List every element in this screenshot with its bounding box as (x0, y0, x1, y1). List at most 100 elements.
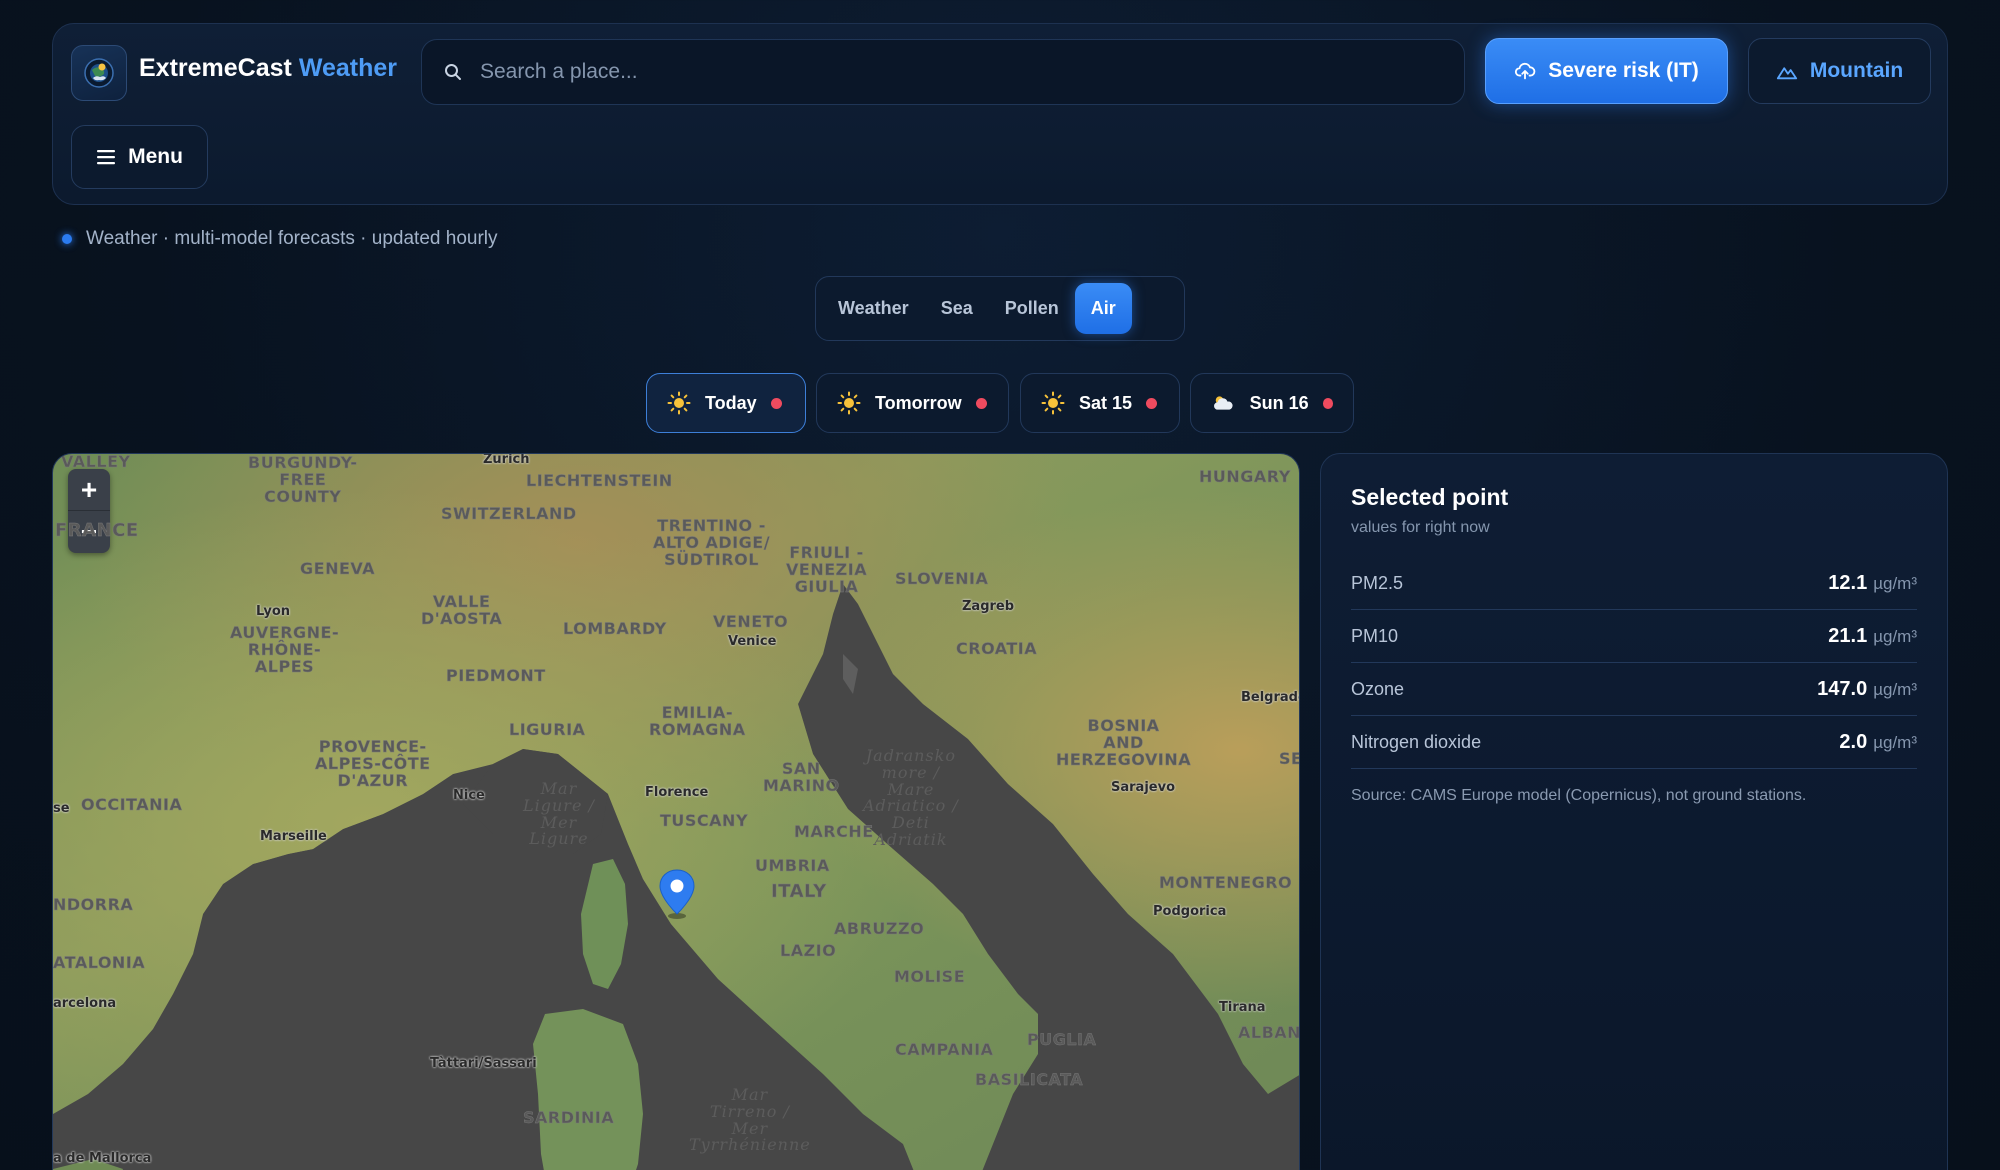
mode-tabs: Weather Sea Pollen Air (815, 276, 1185, 341)
selected-point-panel: Selected point values for right now PM2.… (1320, 453, 1948, 1170)
map-city: Lyon (256, 604, 291, 619)
mountain-button[interactable]: Mountain (1748, 38, 1931, 104)
map-label: TRENTINO - ALTO ADIGE/ SÜDTIROL (653, 516, 771, 569)
map-label: BOSNIA AND HERZEGOVINA (1056, 716, 1192, 769)
tab-air[interactable]: Air (1074, 283, 1132, 334)
hamburger-icon (97, 150, 116, 165)
search-input[interactable] (480, 60, 1440, 84)
pollutant-label: Ozone (1351, 678, 1405, 699)
tab-pollen[interactable]: Pollen (989, 283, 1075, 334)
map-label: SE (1279, 749, 1299, 768)
map-city: Nice (453, 788, 485, 803)
zoom-in-button[interactable]: + (68, 469, 110, 511)
source-note: Source: CAMS Europe model (Copernicus), … (1351, 787, 1807, 804)
tab-weather[interactable]: Weather (822, 283, 925, 334)
map-pin-icon (659, 869, 695, 919)
map-label: MONTENEGRO (1159, 873, 1293, 892)
map-label: AUVERGNE- RHÔNE- ALPES (230, 623, 340, 676)
day-tomorrow[interactable]: Tomorrow (816, 373, 1009, 433)
map-label: HUNGARY (1199, 467, 1291, 486)
pollutant-row-ozone: Ozone 147.0 µg/m³ (1351, 663, 1917, 716)
day-today[interactable]: Today (646, 373, 806, 433)
map-label: ATALONIA (53, 953, 146, 972)
map-label: LIECHTENSTEIN (526, 471, 673, 490)
map-label: NDORRA (53, 895, 134, 914)
map-city: Zagreb (962, 599, 1015, 614)
map-label: TUSCANY (660, 811, 749, 830)
status-text: Weather · multi-model forecasts · update… (86, 228, 498, 249)
brand-accent: Weather (298, 54, 397, 82)
sea-label: Jadransko more / Mare Adriatico / Deti A… (863, 746, 959, 849)
air-quality-map[interactable]: + − VALLEY BURGUNDY- FREE COUNTY Zurich … (52, 453, 1300, 1170)
map-label: LOMBARDY (563, 619, 667, 638)
map-label: PROVENCE- ALPES-CÔTE D'AZUR (315, 737, 431, 790)
map-label: UMBRIA (755, 856, 830, 875)
map-label: FRIULI - VENEZIA GIULIA (786, 543, 868, 596)
map-label: FRANCE (55, 520, 139, 541)
map-label: GENEVA (300, 559, 376, 578)
brand-title[interactable]: ExtremeCast Weather (139, 54, 397, 83)
map-city: Tàttari/Sassari (430, 1056, 537, 1071)
tab-sea[interactable]: Sea (925, 283, 989, 334)
sea-label: Mar Tirreno / Mer Tyrrhénienne (689, 1085, 811, 1155)
day-label: Tomorrow (875, 392, 962, 413)
search-bar[interactable] (421, 39, 1465, 105)
sea-label: Mar Ligure / Mer Ligure (523, 779, 595, 849)
pollutant-row-pm25: PM2.5 12.1 µg/m³ (1351, 557, 1917, 610)
map-label: PUGLIA (1027, 1030, 1097, 1049)
menu-label: Menu (128, 145, 183, 168)
pollutant-value: 21.1 (1828, 624, 1868, 647)
pollutant-unit: µg/m³ (1873, 732, 1917, 752)
search-icon (442, 61, 464, 83)
map-city: Podgorica (1153, 904, 1227, 919)
panel-title: Selected point (1351, 484, 1509, 510)
risk-dot (1322, 397, 1333, 409)
severe-risk-button[interactable]: Severe risk (IT) (1485, 38, 1728, 104)
map-city: Belgrade (1241, 690, 1299, 705)
day-label: Sun 16 (1249, 392, 1309, 413)
severe-risk-label: Severe risk (IT) (1548, 59, 1699, 82)
map-label: SWITZERLAND (441, 504, 577, 523)
pollutant-label: PM10 (1351, 625, 1399, 646)
brand-name: ExtremeCast (139, 54, 292, 82)
sun-icon (1041, 391, 1065, 415)
map-city: Florence (645, 785, 709, 800)
map-city: Venice (728, 634, 777, 649)
map-label: MARCHE (794, 822, 874, 841)
map-label: VENETO (713, 612, 789, 631)
map-city: Sarajevo (1111, 780, 1175, 795)
status-line: Weather · multi-model forecasts · update… (62, 228, 498, 250)
map-label: BASILICATA (975, 1070, 1084, 1089)
map-label: ITALY (771, 881, 827, 902)
map-label: SLOVENIA (895, 569, 989, 588)
day-label: Sat 15 (1079, 392, 1133, 413)
map-city: Zurich (483, 453, 530, 467)
pollutant-label: PM2.5 (1351, 572, 1404, 593)
day-sun-16[interactable]: Sun 16 (1190, 373, 1354, 433)
menu-button[interactable]: Menu (71, 125, 208, 189)
map-label: VALLEY (61, 453, 131, 471)
map-city: se (53, 801, 70, 816)
map-label: CAMPANIA (895, 1040, 994, 1059)
pollutant-value: 2.0 (1839, 730, 1868, 753)
pollutant-unit: µg/m³ (1873, 626, 1917, 646)
map-label: SARDINIA (523, 1108, 615, 1127)
day-sat-15[interactable]: Sat 15 (1020, 373, 1180, 433)
pollutant-row-pm10: PM10 21.1 µg/m³ (1351, 610, 1917, 663)
globe-weather-icon (84, 58, 114, 88)
map-label: VALLE D'AOSTA (421, 592, 503, 628)
risk-dot (1146, 397, 1158, 409)
map-city: a de Mallorca (53, 1151, 152, 1166)
map-label: SAN MARINO (763, 759, 840, 795)
app-logo[interactable] (71, 45, 127, 101)
map-label: OCCITANIA (81, 795, 183, 814)
sun-icon (837, 391, 861, 415)
map-label: LIGURIA (509, 720, 586, 739)
mountain-label: Mountain (1809, 59, 1904, 82)
pollutant-list: PM2.5 12.1 µg/m³ PM10 21.1 µg/m³ Ozone 147… (1351, 557, 1917, 769)
map-label: LAZIO (780, 941, 837, 960)
map-label: EMILIA- ROMAGNA (649, 703, 746, 739)
risk-dot (770, 397, 782, 409)
map-label: MOLISE (894, 967, 966, 986)
sun-icon (667, 391, 691, 415)
